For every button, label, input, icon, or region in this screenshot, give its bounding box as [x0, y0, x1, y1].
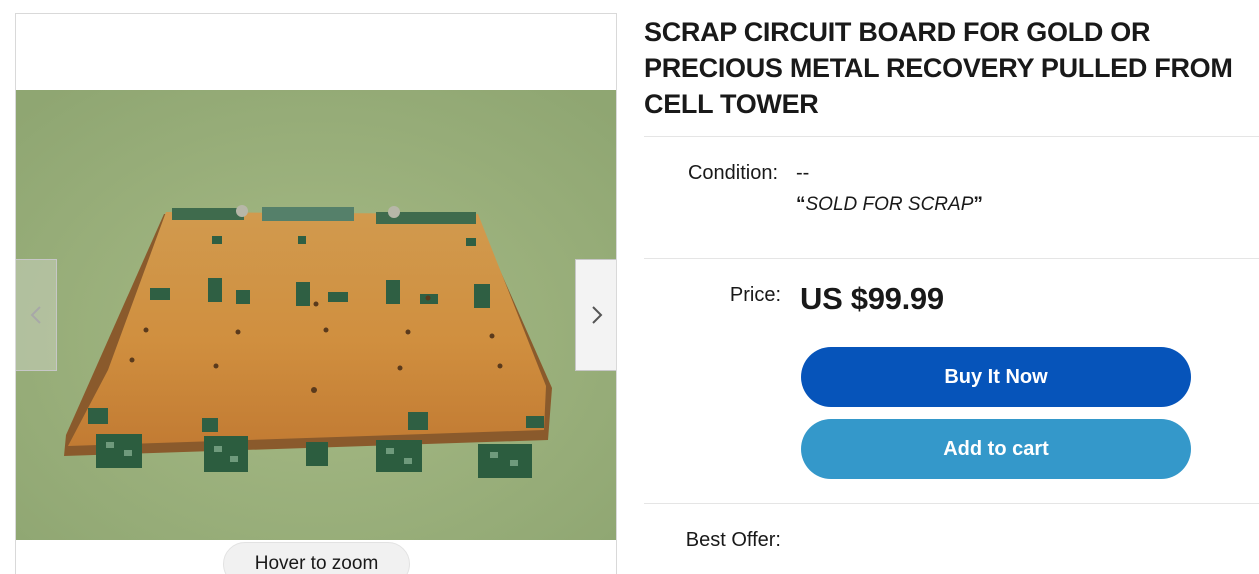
add-to-cart-label: Add to cart — [943, 437, 1049, 460]
item-title: SCRAP CIRCUIT BOARD FOR GOLD OR PRECIOUS… — [644, 17, 1233, 119]
price-label: Price: — [729, 284, 781, 306]
best-offer-label: Best Offer: — [685, 529, 781, 551]
product-photo[interactable] — [16, 90, 616, 540]
hover-to-zoom-hint: Hover to zoom — [223, 542, 410, 574]
divider — [644, 503, 1259, 504]
buy-it-now-button[interactable]: Buy It Now — [801, 347, 1191, 407]
add-to-cart-button[interactable]: Add to cart — [801, 419, 1191, 479]
divider — [644, 258, 1259, 259]
condition-label: Condition: — [687, 162, 778, 184]
zoom-hint-text: Hover to zoom — [254, 553, 379, 574]
gallery-prev-button[interactable] — [16, 259, 57, 371]
chevron-left-icon — [30, 306, 41, 324]
gallery-next-button[interactable] — [575, 259, 616, 371]
chevron-right-icon — [591, 306, 602, 324]
condition-note-text: SOLD FOR SCRAP — [805, 194, 974, 215]
buy-it-now-label: Buy It Now — [944, 365, 1048, 388]
condition-value: -- — [796, 162, 810, 184]
price-value: US $99.99 — [800, 281, 944, 316]
divider — [644, 136, 1259, 137]
condition-note: “SOLD FOR SCRAP” — [796, 194, 983, 215]
image-gallery: Hover to zoom — [15, 13, 617, 574]
